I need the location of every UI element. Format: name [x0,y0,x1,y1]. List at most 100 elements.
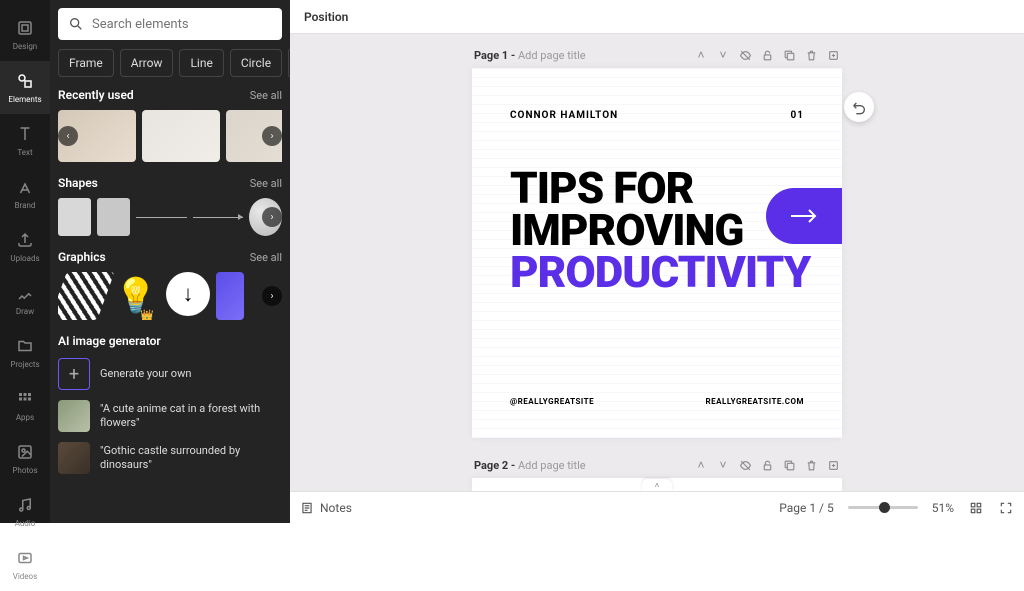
rail-label: Audio [15,519,36,528]
chip-circle[interactable]: Circle [230,49,282,77]
audio-icon [15,495,35,515]
rail-label: Projects [10,360,39,369]
rail-label: Videos [13,572,37,581]
page-hide[interactable] [738,48,752,62]
page-delete[interactable] [804,48,818,62]
page-add[interactable] [826,458,840,472]
rail-draw[interactable]: Draw [0,273,50,326]
handle-text[interactable]: @REALLYGREATSITE [510,397,594,406]
elements-sidebar: Frame Arrow Line Circle › Recently used … [50,0,290,523]
page-up[interactable]: ˄ [694,458,708,472]
page-duplicate[interactable] [782,48,796,62]
graphics-next[interactable]: › [262,286,282,306]
page-add[interactable] [826,48,840,62]
recent-see-all[interactable]: See all [250,89,282,102]
zoom-slider[interactable] [848,506,918,509]
ai-thumb-cat [58,400,90,432]
text-icon [15,124,35,144]
shape-square[interactable] [97,198,130,236]
page-lock[interactable] [760,48,774,62]
rail-label: Draw [16,307,34,316]
ai-label: "Gothic castle surrounded by dinosaurs" [100,444,282,473]
rail-brand[interactable]: Brand [0,167,50,220]
author-text[interactable]: CONNOR HAMILTON [510,110,618,121]
recent-title: Recently used [58,88,134,102]
graphic-arrow-circle[interactable]: ↓ [166,272,210,316]
rail-label: Design [13,42,37,51]
website-text[interactable]: REALLYGREATSITE.COM [705,397,804,406]
page-up[interactable]: ˄ [694,48,708,62]
page-collapse-handle[interactable]: ˄ [642,479,672,491]
page-delete[interactable] [804,458,818,472]
recent-thumb[interactable] [142,110,220,162]
elements-icon [15,71,35,91]
rail-apps[interactable]: Apps [0,379,50,432]
ai-label: Generate your own [100,367,191,381]
zoom-thumb[interactable] [879,502,890,513]
ai-title: AI image generator [58,334,282,348]
arrow-badge[interactable] [766,188,842,244]
recent-prev[interactable]: ‹ [58,126,78,146]
canvas[interactable]: Page 1 - Add page title ˄ ˅ CONNOR HAMIL… [290,34,1024,491]
page-lock[interactable] [760,458,774,472]
search-input-wrap[interactable] [58,8,282,40]
graphic-pattern[interactable] [58,272,115,320]
page-number-text[interactable]: 01 [791,110,804,121]
apps-icon [15,389,35,409]
rail-videos[interactable]: Videos [0,538,50,591]
shape-line[interactable] [136,198,186,236]
canvas-page[interactable]: CONNOR HAMILTON 01 TIPS FOR IMPROVING PR… [472,68,842,438]
page-indicator[interactable]: Page 1 / 5 [779,501,834,515]
chip-frame[interactable]: Frame [58,49,114,77]
rail-text[interactable]: Text [0,114,50,167]
page-label[interactable]: Page 1 - Add page title [474,49,586,62]
recent-next[interactable]: › [262,126,282,146]
shape-square[interactable] [58,198,91,236]
videos-icon [15,548,35,568]
zoom-value[interactable]: 51% [932,501,954,515]
rail-projects[interactable]: Projects [0,326,50,379]
chip-line[interactable]: Line [179,49,223,77]
design-icon [15,18,35,38]
draw-icon [15,283,35,303]
notes-button[interactable]: Notes [300,501,352,515]
uploads-icon [15,230,35,250]
ai-generate[interactable]: + Generate your own [58,358,282,390]
graphic-lightbulb[interactable]: 💡👑 [112,272,160,320]
rail-audio[interactable]: Audio [0,485,50,538]
grid-view-button[interactable] [968,500,984,516]
page-hide[interactable] [738,458,752,472]
rail-design[interactable]: Design [0,8,50,61]
topbar: Position [290,0,1024,34]
rail-label: Photos [12,466,37,475]
rail-uploads[interactable]: Uploads [0,220,50,273]
fullscreen-button[interactable] [998,500,1014,516]
rail-label: Brand [15,201,36,210]
photos-icon [15,442,35,462]
shapes-see-all[interactable]: See all [250,177,282,190]
shapes-title: Shapes [58,176,98,190]
search-input[interactable] [92,17,272,32]
ai-prompt-item[interactable]: "Gothic castle surrounded by dinosaurs" [58,442,282,474]
chip-arrow[interactable]: Arrow [120,49,174,77]
position-menu[interactable]: Position [304,10,348,24]
rail-photos[interactable]: Photos [0,432,50,485]
page-down[interactable]: ˅ [716,458,730,472]
bottom-bar: Notes Page 1 / 5 51% [290,491,1024,523]
ai-thumb-castle [58,442,90,474]
shape-arrow-line[interactable] [193,198,243,236]
undo-button[interactable] [844,92,874,122]
graphic-3d-box[interactable] [216,272,244,320]
shapes-next[interactable]: › [262,207,282,227]
page-down[interactable]: ˅ [716,48,730,62]
ai-prompt-item[interactable]: "A cute anime cat in a forest with flowe… [58,400,282,432]
rail-elements[interactable]: Elements [0,61,50,114]
undo-icon [851,99,867,115]
headline-text[interactable]: TIPS FOR IMPROVING PRODUCTIVITY [510,168,810,293]
graphics-see-all[interactable]: See all [250,251,282,264]
rail-label: Text [17,148,32,157]
page-duplicate[interactable] [782,458,796,472]
graphics-title: Graphics [58,250,106,264]
page-label[interactable]: Page 2 - Add page title [474,459,586,472]
rail-label: Uploads [10,254,39,263]
